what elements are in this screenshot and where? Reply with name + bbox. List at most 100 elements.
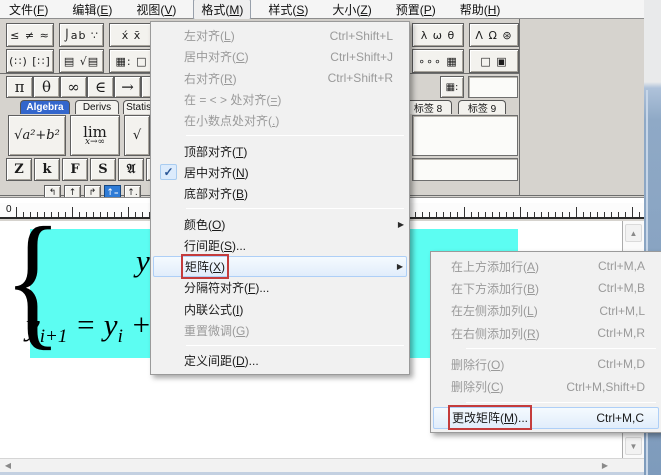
scroll-right-icon: ▶ <box>602 461 608 470</box>
scroll-down-icon: ▼ <box>630 442 638 451</box>
tab-8[interactable]: 标签 8 <box>404 100 452 114</box>
box-templates-palette[interactable]: □ ▣ <box>469 49 519 73</box>
format-menu-item[interactable]: 内联公式(I) <box>153 299 407 320</box>
submenu-arrow-icon: ▶ <box>398 220 404 229</box>
box-templates-icon: □ ▣ <box>480 55 507 68</box>
format-menu-item[interactable]: 分隔符对齐(F)... <box>153 277 407 298</box>
matrix-submenu-item[interactable]: 删除列(C)Ctrl+M,Shift+D <box>433 375 659 397</box>
scroll-up-button[interactable]: ▲ <box>625 224 642 242</box>
format-menu-item[interactable]: 顶部对齐(T) <box>153 140 407 161</box>
subscript-templates-palette[interactable]: ▦: □ <box>109 49 154 73</box>
fraction-radical-templates-palette[interactable]: ▤ √▤ <box>59 49 104 73</box>
format-menu-item[interactable]: 矩阵(X)▶ <box>153 256 407 277</box>
menu-item-label: 在左侧添加列(L) <box>451 302 538 319</box>
menu-item-label: 删除列(C) <box>451 378 504 395</box>
menu-item-shortcut: Ctrl+M,L <box>599 304 645 318</box>
sqrt-template-button[interactable]: √ <box>124 115 150 156</box>
scroll-down-button[interactable]: ▼ <box>625 437 642 455</box>
element-of-symbol-button[interactable]: ∈ <box>87 76 114 98</box>
spacing-ellipsis-palette[interactable]: ⌡ab ∵ <box>59 23 104 47</box>
menu-item-label: 更改矩阵(M)... <box>452 409 528 426</box>
tab-algebra[interactable]: Algebra <box>20 100 70 114</box>
format-menu-item[interactable]: 行间距(S)... <box>153 235 407 256</box>
menubar-item[interactable]: 大小(Z) <box>325 0 378 19</box>
menu-separator <box>433 398 659 407</box>
letter-fraktur-a-button[interactable]: 𝔄 <box>118 158 144 181</box>
limit-subscript: x→∞ <box>85 139 105 146</box>
pi-symbol-button[interactable]: π <box>6 76 33 98</box>
greek-lowercase-palette[interactable]: λ ω θ <box>412 23 464 47</box>
menubar-item[interactable]: 样式(S) <box>261 0 315 19</box>
menu-item-label: 顶部对齐(T) <box>184 143 247 160</box>
matrix-submenu-item[interactable]: 更改矩阵(M)...Ctrl+M,C <box>433 407 659 429</box>
menu-item-label: 左对齐(L) <box>184 27 235 44</box>
horizontal-scrollbar[interactable]: ◀ ▶ <box>0 458 644 472</box>
small-template-button[interactable]: ▦: <box>440 76 464 98</box>
menu-item-label: 删除行(O) <box>451 356 504 373</box>
scroll-up-icon: ▲ <box>630 229 638 238</box>
format-menu-item[interactable]: 左对齐(L) Ctrl+Shift+L <box>153 25 407 46</box>
menu-item-label: 在小数点处对齐(.) <box>184 112 279 129</box>
empty-letter-panel <box>412 158 518 181</box>
tab-derivs[interactable]: Derivs <box>75 100 119 114</box>
menubar-item[interactable]: 格式(M) <box>193 0 251 20</box>
theta-symbol-button[interactable]: θ <box>33 76 60 98</box>
matrix-submenu-item[interactable]: 在右侧添加列(R)Ctrl+M,R <box>433 322 659 344</box>
menubar-item[interactable]: 文件(F) <box>2 0 55 19</box>
matrix-templates-icon: ∘∘∘ ▦ <box>418 55 458 68</box>
matrix-submenu-item[interactable]: 在上方添加行(A)Ctrl+M,A <box>433 255 659 277</box>
empty-template-panel <box>412 115 518 156</box>
spacing-ellipsis-icon: ⌡ab ∵ <box>64 29 99 42</box>
menu-item-shortcut: Ctrl+M,B <box>598 281 645 295</box>
format-menu-item[interactable]: 居中对齐(C) Ctrl+Shift+J <box>153 46 407 67</box>
infinity-symbol-button[interactable]: ∞ <box>60 76 87 98</box>
format-menu-item[interactable]: ✓居中对齐(N) <box>153 162 407 183</box>
subscript-templates-icon: ▦: □ <box>116 55 148 68</box>
menu-separator <box>433 344 659 353</box>
limit-expression-button[interactable]: lim x→∞ <box>70 115 120 156</box>
letter-s-button[interactable]: S <box>90 158 116 181</box>
fraction-radical-icon: ▤ √▤ <box>64 55 99 68</box>
matrix-submenu-item[interactable]: 在左侧添加列(L) Ctrl+M,L <box>433 300 659 322</box>
fence-templates-palette[interactable]: (∷) [∷] <box>6 49 54 73</box>
checkmark-icon: ✓ <box>153 164 184 180</box>
equation-line-1: y <box>136 243 150 279</box>
sqrt-expression-button[interactable]: √a²+b² <box>8 115 66 156</box>
letter-f-button[interactable]: F <box>62 158 88 181</box>
equation-line-2: yi+1 = yi + <box>26 307 152 348</box>
menu-bar: 文件(F) 编辑(E) 视图(V) 格式(M) 样式(S) 大小(Z) 预置(P) 帮助(H) <box>0 0 661 19</box>
menu-item-shortcut: Ctrl+Shift+L <box>330 29 393 43</box>
arrow-symbol-button[interactable]: → <box>114 76 141 98</box>
format-menu-item[interactable]: 重置微调(G) <box>153 320 407 341</box>
menu-item-label: 分隔符对齐(F)... <box>184 279 269 296</box>
format-menu-item[interactable]: 底部对齐(B) <box>153 183 407 204</box>
embellishments-palette[interactable]: x́ x̄ <box>109 23 154 47</box>
menu-item-shortcut: Ctrl+Shift+J <box>330 50 393 64</box>
menubar-item[interactable]: 视图(V) <box>129 0 183 19</box>
small-template-icon: ▦: <box>446 82 459 93</box>
letter-z-button[interactable]: Z <box>6 158 32 181</box>
format-menu-item[interactable]: 右对齐(R)Ctrl+Shift+R <box>153 68 407 89</box>
menubar-item[interactable]: 帮助(H) <box>453 0 508 19</box>
matrix-submenu: 在上方添加行(A)Ctrl+M,A 在下方添加行(B) Ctrl+M,B 在左侧添加列… <box>430 251 661 433</box>
tab-9[interactable]: 标签 9 <box>458 100 506 114</box>
format-menu-item[interactable]: 颜色(O)▶ <box>153 213 407 234</box>
matrix-submenu-item[interactable]: 在下方添加行(B) Ctrl+M,B <box>433 277 659 299</box>
format-menu-item[interactable]: 在小数点处对齐(.) <box>153 110 407 131</box>
menubar-item[interactable]: 预置(P) <box>389 0 443 19</box>
letter-k-button[interactable]: k <box>34 158 60 181</box>
matrix-submenu-item[interactable]: 删除行(O)Ctrl+M,D <box>433 353 659 375</box>
format-menu-item[interactable]: 定义间距(D)... <box>153 350 407 371</box>
mathtype-window: { "colors": { "selection_cyan": "#5CFDF2… <box>0 0 661 475</box>
relational-symbols-palette[interactable]: ≤ ≠ ≈ <box>6 23 54 47</box>
matrix-templates-palette[interactable]: ∘∘∘ ▦ <box>412 49 464 73</box>
scroll-left-button[interactable]: ◀ <box>1 460 15 471</box>
menu-item-label: 居中对齐(C) <box>184 48 249 65</box>
menu-separator <box>153 204 407 213</box>
scroll-right-button[interactable]: ▶ <box>598 460 612 471</box>
format-menu-item[interactable]: 在 = < > 处对齐(=) <box>153 89 407 110</box>
menu-item-label: 定义间距(D)... <box>184 352 259 369</box>
menubar-item[interactable]: 编辑(E) <box>65 0 119 19</box>
menu-item-label: 在下方添加行(B) <box>451 280 539 297</box>
greek-uppercase-palette[interactable]: Λ Ω ⊛ <box>469 23 519 47</box>
